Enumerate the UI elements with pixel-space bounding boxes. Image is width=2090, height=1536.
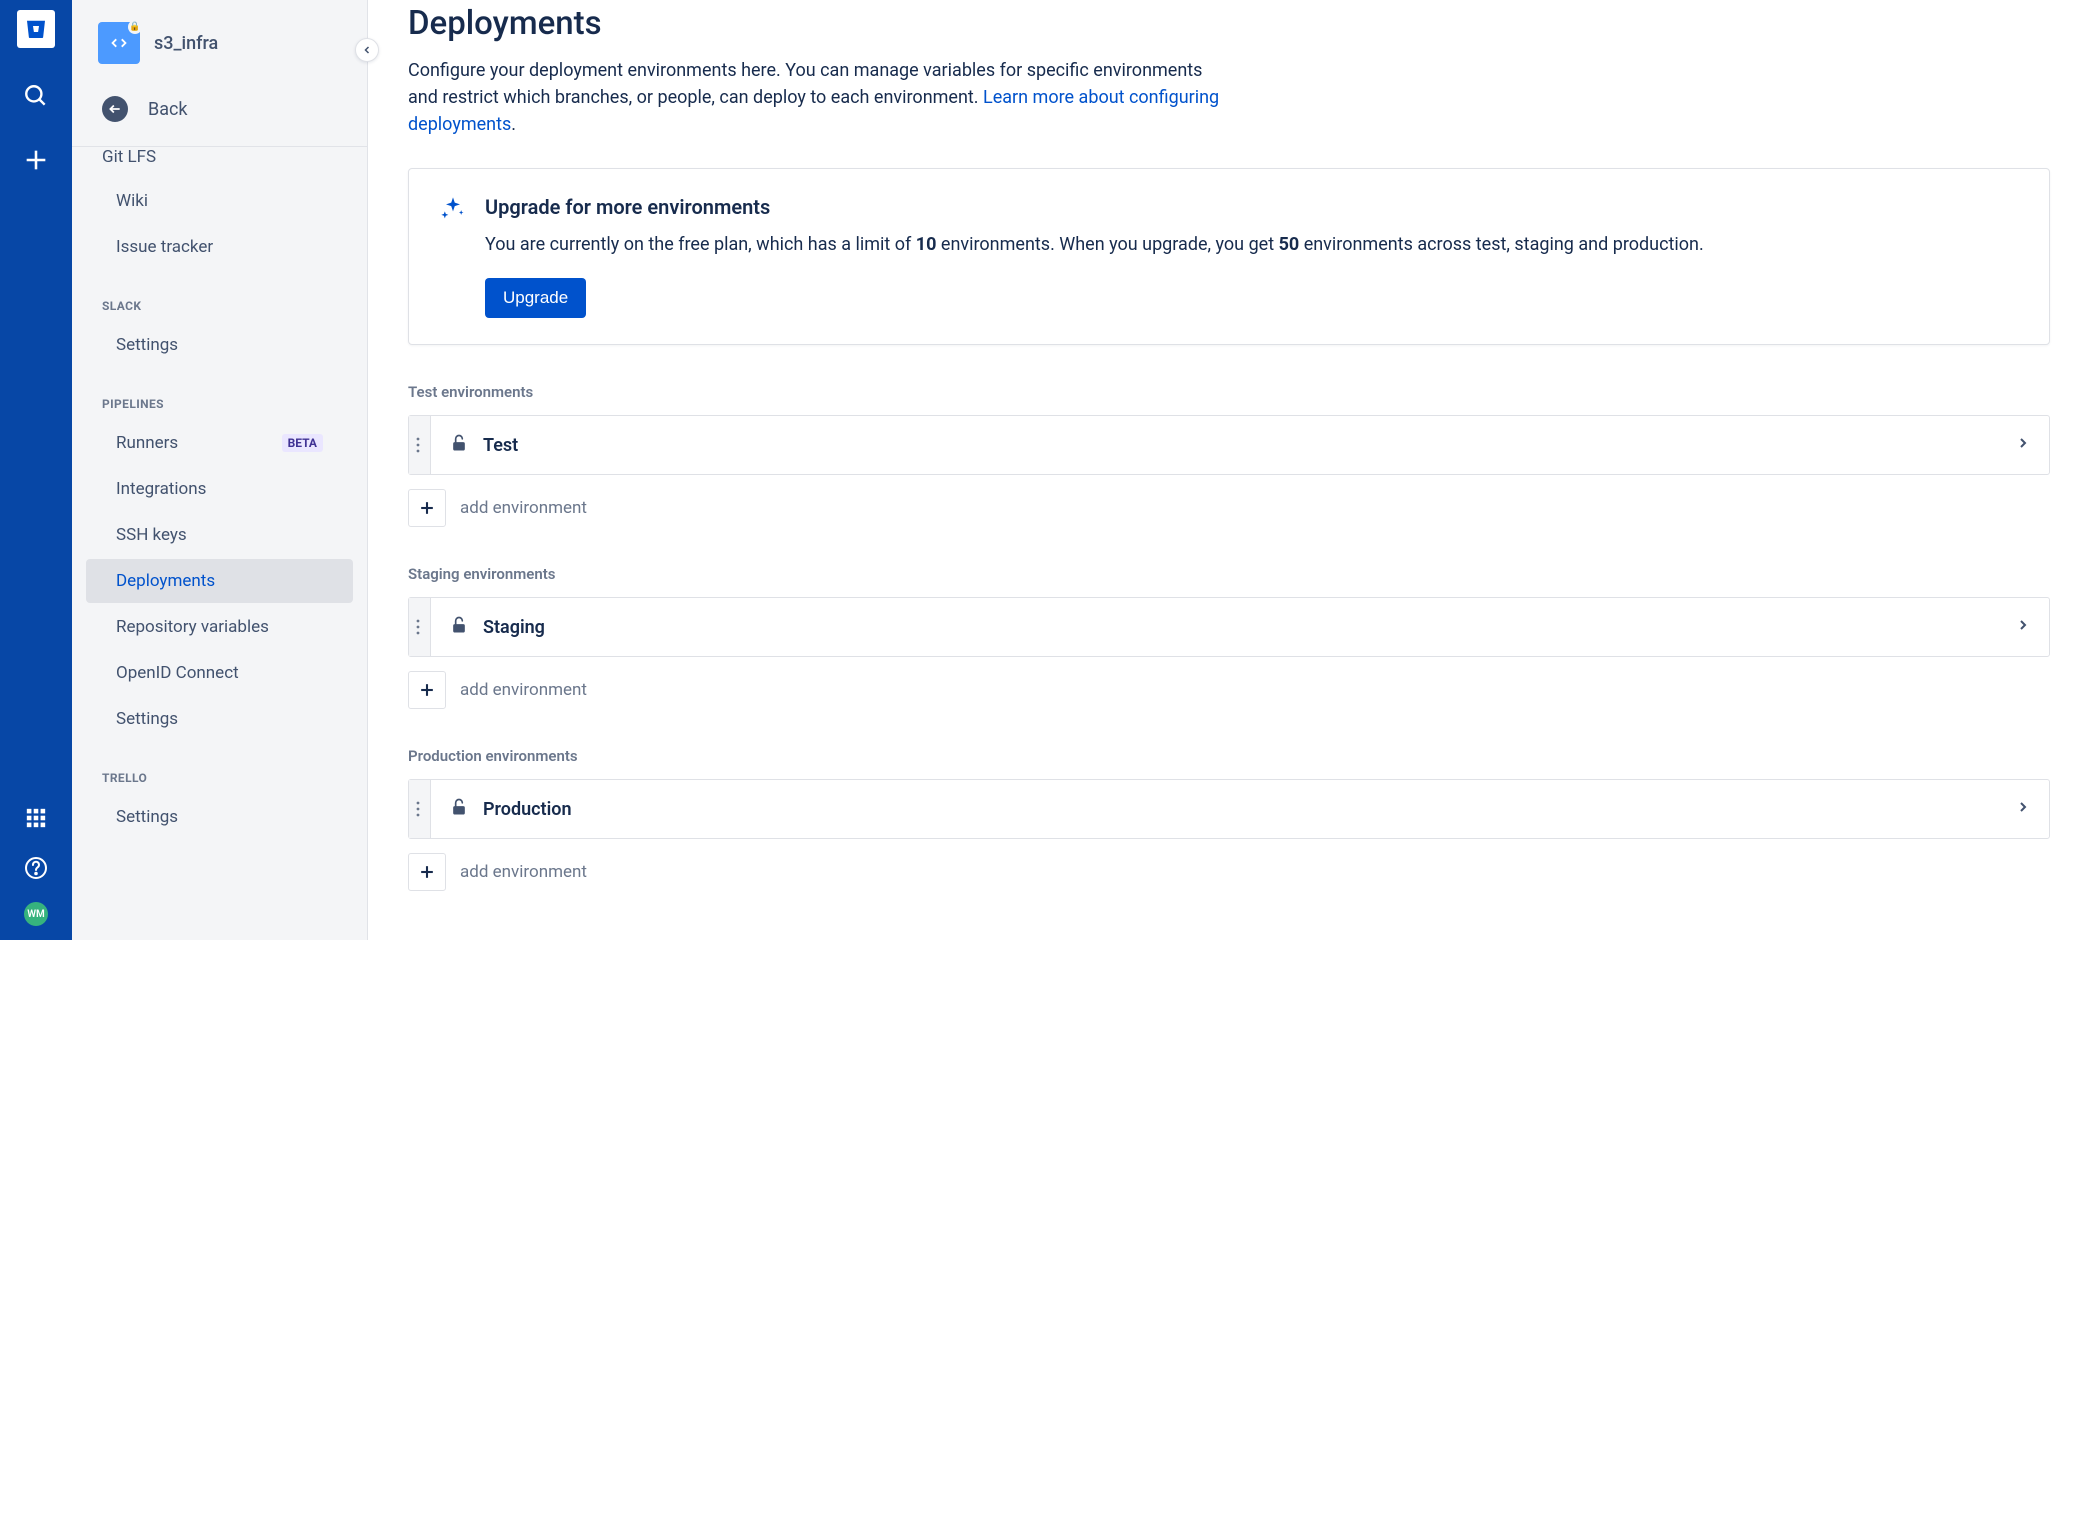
section-slack: SLACK bbox=[72, 271, 367, 321]
upgrade-text: You are currently on the free plan, whic… bbox=[485, 231, 1704, 258]
bitbucket-logo[interactable] bbox=[17, 10, 55, 48]
unlock-icon bbox=[449, 615, 469, 639]
sidebar-item-repo-vars[interactable]: Repository variables bbox=[86, 605, 353, 649]
private-lock-icon: 🔒 bbox=[128, 20, 142, 34]
back-button[interactable] bbox=[102, 96, 128, 122]
sidebar-item-integrations[interactable]: Integrations bbox=[86, 467, 353, 511]
env-row-test[interactable]: Test bbox=[408, 415, 2050, 475]
repo-sidebar: 🔒 s3_infra Back Git LFS Wiki Issue track… bbox=[72, 0, 368, 940]
app-switcher-icon[interactable] bbox=[20, 802, 52, 834]
sidebar-item-wiki[interactable]: Wiki bbox=[86, 179, 353, 223]
env-section-staging-title: Staging environments bbox=[408, 565, 2050, 583]
section-pipelines: PIPELINES bbox=[72, 369, 367, 419]
add-env-label: add environment bbox=[460, 498, 587, 518]
create-icon[interactable] bbox=[20, 144, 52, 176]
repo-icon: 🔒 bbox=[98, 22, 140, 64]
drag-handle-icon[interactable] bbox=[409, 780, 431, 838]
unlock-icon bbox=[449, 433, 469, 457]
page-description: Configure your deployment environments h… bbox=[408, 57, 1228, 138]
add-env-button[interactable] bbox=[408, 489, 446, 527]
sidebar-item-ssh-keys[interactable]: SSH keys bbox=[86, 513, 353, 557]
chevron-right-icon bbox=[2015, 617, 2031, 637]
sidebar-item-runners[interactable]: Runners BETA bbox=[86, 421, 353, 465]
upgrade-button[interactable]: Upgrade bbox=[485, 278, 586, 318]
add-env-button[interactable] bbox=[408, 853, 446, 891]
sidebar-item-issue-tracker[interactable]: Issue tracker bbox=[86, 225, 353, 269]
env-row-production[interactable]: Production bbox=[408, 779, 2050, 839]
drag-handle-icon[interactable] bbox=[409, 598, 431, 656]
help-icon[interactable] bbox=[20, 852, 52, 884]
beta-badge: BETA bbox=[282, 434, 323, 452]
sidebar-item-deployments[interactable]: Deployments bbox=[86, 559, 353, 603]
main-content: Deployments Configure your deployment en… bbox=[368, 0, 2090, 940]
sparkle-icon bbox=[439, 195, 467, 318]
upgrade-card: Upgrade for more environments You are cu… bbox=[408, 168, 2050, 345]
sidebar-item-trello-settings[interactable]: Settings bbox=[86, 795, 353, 839]
upgrade-title: Upgrade for more environments bbox=[485, 195, 1704, 219]
search-icon[interactable] bbox=[20, 80, 52, 112]
section-trello: TRELLO bbox=[72, 743, 367, 793]
env-row-staging[interactable]: Staging bbox=[408, 597, 2050, 657]
chevron-right-icon bbox=[2015, 435, 2031, 455]
page-title: Deployments bbox=[408, 4, 2050, 43]
user-avatar[interactable]: WM bbox=[24, 902, 48, 926]
unlock-icon bbox=[449, 797, 469, 821]
env-section-production-title: Production environments bbox=[408, 747, 2050, 765]
chevron-right-icon bbox=[2015, 799, 2031, 819]
add-env-label: add environment bbox=[460, 862, 587, 882]
sidebar-item-git-lfs[interactable]: Git LFS bbox=[72, 147, 367, 177]
sidebar-item-openid[interactable]: OpenID Connect bbox=[86, 651, 353, 695]
sidebar-header: 🔒 s3_infra bbox=[72, 0, 367, 76]
collapse-sidebar-button[interactable] bbox=[355, 38, 379, 62]
env-section-test-title: Test environments bbox=[408, 383, 2050, 401]
back-label[interactable]: Back bbox=[148, 99, 188, 120]
env-name: Production bbox=[483, 799, 572, 820]
sidebar-item-pipelines-settings[interactable]: Settings bbox=[86, 697, 353, 741]
global-nav-rail: WM bbox=[0, 0, 72, 940]
env-name: Test bbox=[483, 435, 518, 456]
add-env-button[interactable] bbox=[408, 671, 446, 709]
drag-handle-icon[interactable] bbox=[409, 416, 431, 474]
env-name: Staging bbox=[483, 617, 545, 638]
sidebar-item-slack-settings[interactable]: Settings bbox=[86, 323, 353, 367]
repo-name: s3_infra bbox=[154, 33, 218, 54]
add-env-label: add environment bbox=[460, 680, 587, 700]
